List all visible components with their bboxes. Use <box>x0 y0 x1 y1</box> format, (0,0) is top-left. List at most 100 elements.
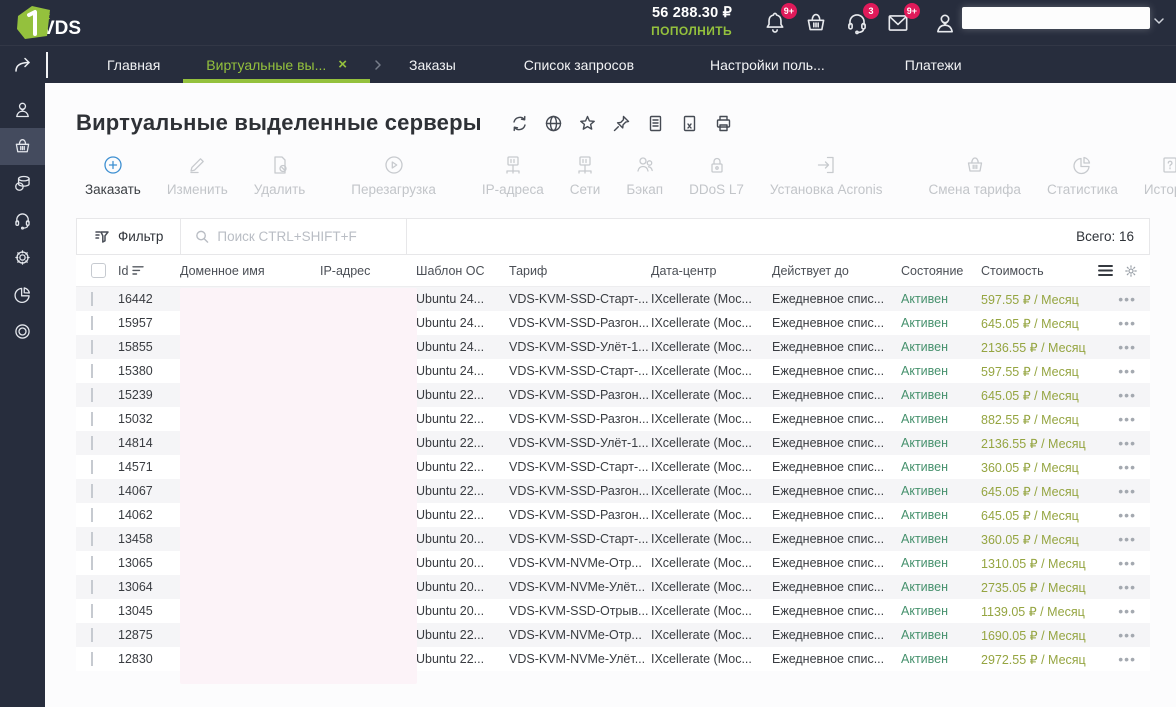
sidebar-item-support[interactable] <box>0 202 45 239</box>
row-checkbox[interactable] <box>91 436 93 450</box>
profile-button[interactable] <box>930 8 960 38</box>
row-menu-button[interactable]: ••• <box>1118 630 1136 640</box>
row-checkbox[interactable] <box>91 364 93 378</box>
cell-tariff: VDS-KVM-SSD-Разгон... <box>509 508 650 522</box>
row-menu-button[interactable]: ••• <box>1118 414 1136 424</box>
row-menu-button[interactable]: ••• <box>1118 390 1136 400</box>
cell-os: Ubuntu 20... <box>416 604 485 618</box>
column-header-tariff[interactable]: Тариф <box>509 264 651 278</box>
row-checkbox[interactable] <box>91 532 93 546</box>
topup-button[interactable]: ПОПОЛНИТЬ <box>640 24 732 38</box>
column-header-cost[interactable]: Стоимость <box>981 264 1092 278</box>
ddos-l7-button[interactable]: DDoS L7 <box>676 151 757 199</box>
print-icon[interactable] <box>714 114 733 133</box>
cell-cost: 882.55 ₽ / Месяц <box>981 412 1079 427</box>
column-header-state[interactable]: Состояние <box>901 264 981 278</box>
statistics-button[interactable]: Статистика <box>1034 151 1131 199</box>
column-header-datacenter[interactable]: Дата-центр <box>651 264 772 278</box>
row-checkbox[interactable] <box>91 508 93 522</box>
row-checkbox[interactable] <box>91 556 93 570</box>
row-menu-button[interactable]: ••• <box>1118 438 1136 448</box>
cell-cost: 1690.05 ₽ / Месяц <box>981 628 1086 643</box>
row-menu-button[interactable]: ••• <box>1118 486 1136 496</box>
row-checkbox[interactable] <box>91 316 93 330</box>
notifications-button[interactable]: 9+ <box>760 3 797 38</box>
row-checkbox[interactable] <box>91 388 93 402</box>
row-height-menu-icon[interactable] <box>1098 264 1113 277</box>
row-checkbox[interactable] <box>91 652 93 666</box>
search-box[interactable] <box>181 229 406 244</box>
delete-button[interactable]: Удалить <box>241 151 319 199</box>
order-button[interactable]: Заказать <box>72 151 154 199</box>
column-header-ip[interactable]: IP-адрес <box>320 264 416 278</box>
row-checkbox[interactable] <box>91 580 93 594</box>
network-icon <box>573 153 597 177</box>
row-menu-button[interactable]: ••• <box>1118 606 1136 616</box>
row-menu-button[interactable]: ••• <box>1118 654 1136 664</box>
edit-button[interactable]: Изменить <box>154 151 241 199</box>
row-checkbox[interactable] <box>91 460 93 474</box>
tab-spisok-zaprosov[interactable]: Список запросов <box>501 46 657 83</box>
networks-button[interactable]: Сети <box>557 151 614 199</box>
backup-button[interactable]: Бэкап <box>613 151 676 199</box>
column-header-id[interactable]: Id <box>118 264 180 278</box>
person-icon <box>16 102 29 118</box>
row-menu-button[interactable]: ••• <box>1118 342 1136 352</box>
column-header-domain[interactable]: Доменное имя <box>180 264 320 278</box>
sidebar-item-statistics[interactable] <box>0 276 45 313</box>
sidebar-item-services[interactable] <box>0 128 45 165</box>
tab-platezhi[interactable]: Платежи <box>882 46 985 83</box>
tab-nastroyki[interactable]: Настройки поль... <box>687 46 848 83</box>
row-menu-button[interactable]: ••• <box>1118 294 1136 304</box>
cell-state: Активен <box>901 556 949 570</box>
ip-addresses-button[interactable]: IP-адреса <box>469 151 557 199</box>
username-redacted-field[interactable] <box>962 7 1150 29</box>
sidebar-item-account[interactable] <box>0 91 45 128</box>
row-menu-button[interactable]: ••• <box>1118 318 1136 328</box>
select-all-checkbox[interactable] <box>91 263 106 278</box>
column-header-valid-until[interactable]: Действует до <box>772 264 901 278</box>
refresh-icon[interactable] <box>510 114 529 133</box>
reboot-button[interactable]: Перезагрузка <box>338 151 449 199</box>
pin-icon[interactable] <box>612 114 631 133</box>
table-settings-gear-icon[interactable] <box>1124 264 1138 278</box>
tab-glavnaya[interactable]: Главная <box>84 46 183 83</box>
row-menu-button[interactable]: ••• <box>1118 366 1136 376</box>
change-tariff-button[interactable]: Смена тарифа <box>915 151 1033 199</box>
row-menu-button[interactable]: ••• <box>1118 534 1136 544</box>
history-button[interactable]: История <box>1131 151 1176 199</box>
tab-virtual-servers[interactable]: Виртуальные вы... × <box>183 46 370 83</box>
support-button[interactable]: 3 <box>842 3 879 38</box>
tab-chevron-right-icon[interactable] <box>372 59 384 71</box>
firstvds-logo[interactable]: st VDS <box>16 5 81 41</box>
row-menu-button[interactable]: ••• <box>1118 510 1136 520</box>
log-icon[interactable] <box>646 114 665 133</box>
tab-zakazy[interactable]: Заказы <box>386 46 479 83</box>
row-checkbox[interactable] <box>91 412 93 426</box>
row-menu-button[interactable]: ••• <box>1118 582 1136 592</box>
search-input[interactable] <box>217 229 393 244</box>
export-excel-icon[interactable] <box>680 114 699 133</box>
row-checkbox[interactable] <box>91 340 93 354</box>
mail-button[interactable]: 9+ <box>883 3 920 38</box>
globe-icon[interactable] <box>544 114 563 133</box>
sidebar-item-billing[interactable] <box>0 165 45 202</box>
cart-button[interactable] <box>801 8 831 38</box>
row-menu-button[interactable]: ••• <box>1118 462 1136 472</box>
star-icon[interactable] <box>578 114 597 133</box>
row-menu-button[interactable]: ••• <box>1118 558 1136 568</box>
column-header-os[interactable]: Шаблон ОС <box>416 264 509 278</box>
sidebar-item-settings[interactable] <box>0 239 45 276</box>
row-checkbox[interactable] <box>91 628 93 642</box>
tab-close-icon[interactable]: × <box>338 57 347 72</box>
sidebar-item-monitoring[interactable] <box>0 313 45 350</box>
filter-button[interactable]: Фильтр <box>77 229 180 245</box>
row-checkbox[interactable] <box>91 604 93 618</box>
cell-state: Активен <box>901 388 949 402</box>
user-menu-chevron-down-icon[interactable] <box>1152 14 1168 30</box>
row-checkbox[interactable] <box>91 292 93 306</box>
cell-valid-until: Ежедневное спис... <box>772 652 885 666</box>
tabs-redo-arrow-icon[interactable] <box>14 56 40 74</box>
row-checkbox[interactable] <box>91 484 93 498</box>
install-acronis-button[interactable]: Установка Acronis <box>757 151 896 199</box>
